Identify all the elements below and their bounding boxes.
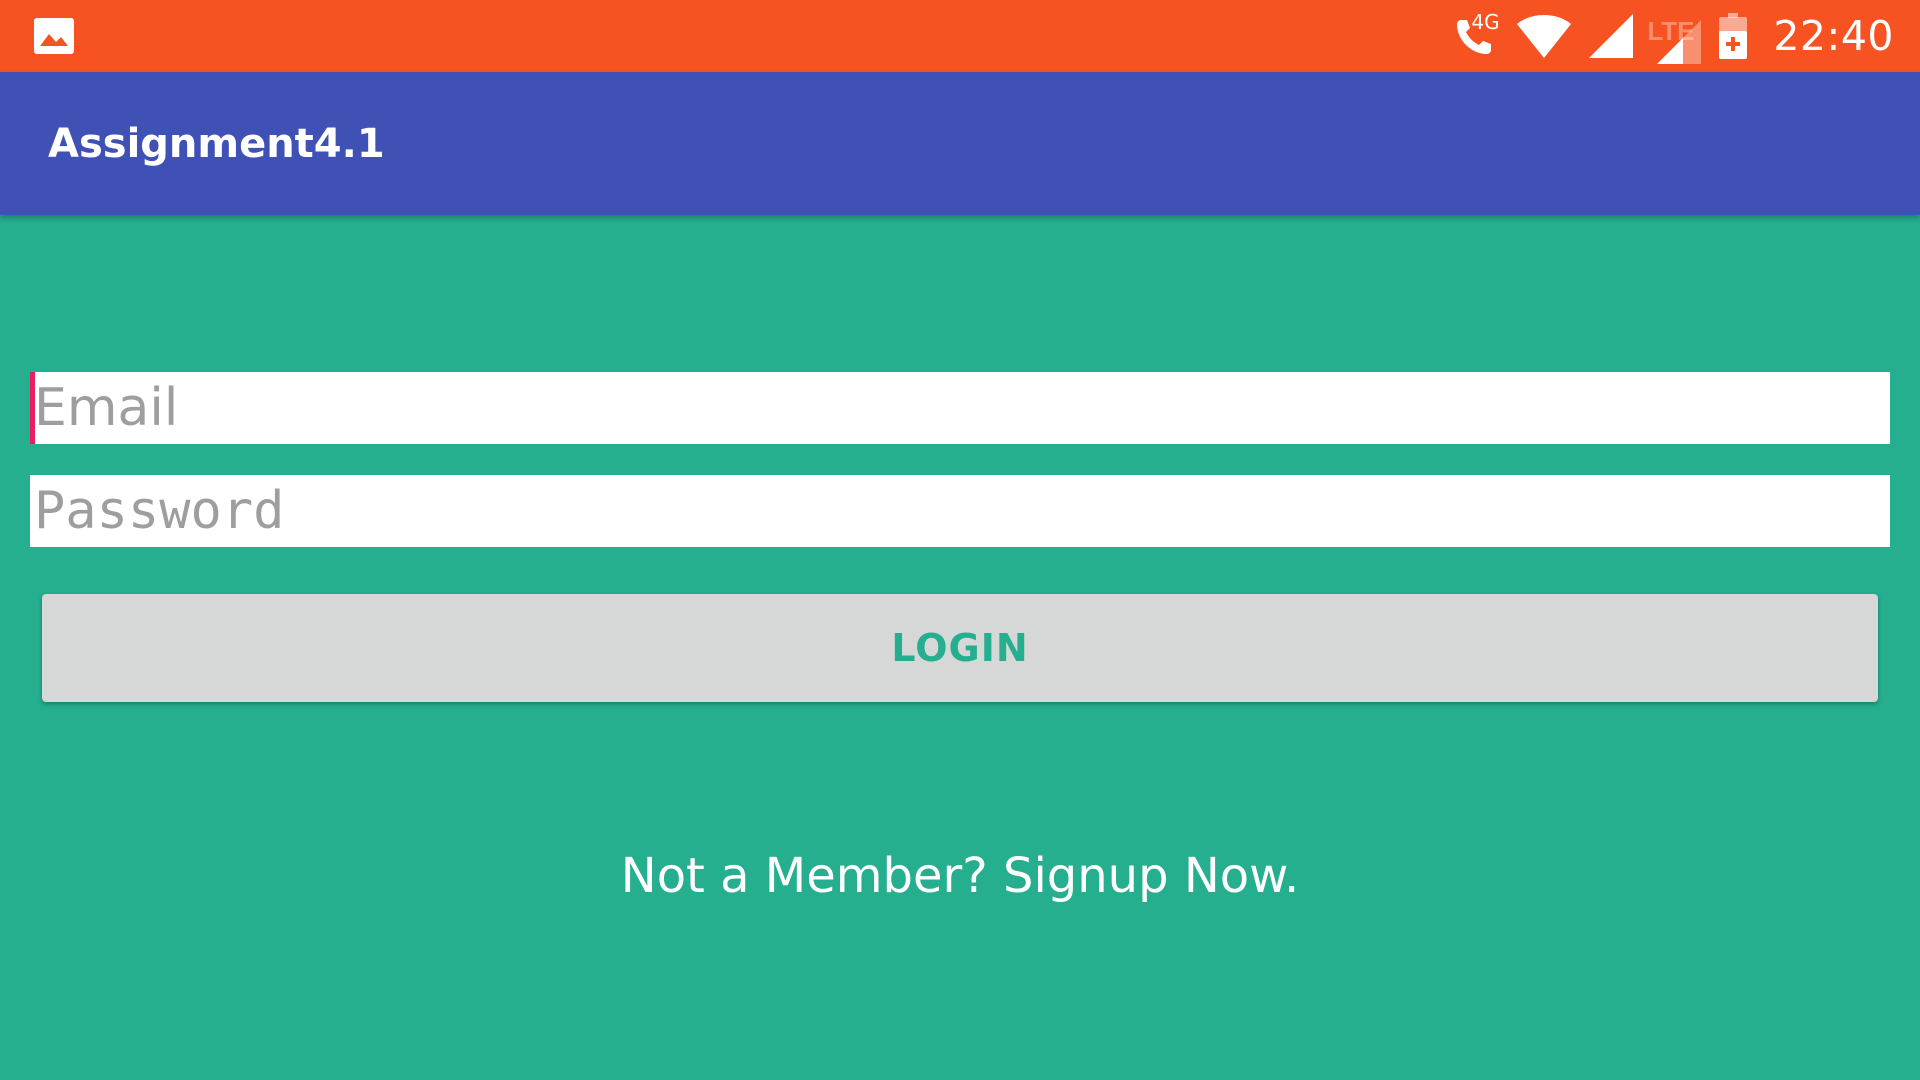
signup-link[interactable]: Not a Member? Signup Now. [0, 848, 1920, 904]
login-button[interactable]: LOGIN [42, 594, 1878, 702]
image-icon [34, 18, 74, 54]
status-bar: 4G LTE 22:40 [0, 0, 1920, 72]
signal-icon [1589, 14, 1634, 58]
signal-lte-icon: LTE [1647, 8, 1702, 64]
app-title: Assignment4.1 [48, 120, 385, 167]
battery-charging-icon [1719, 13, 1748, 59]
text-cursor [30, 372, 35, 444]
login-screen: 4G LTE 22:40 Assignment4.1 Email LOGIN N… [0, 0, 1920, 1080]
status-icons: 4G LTE 22:40 [1451, 0, 1894, 72]
email-field[interactable] [30, 372, 1890, 444]
wifi-icon [1517, 15, 1572, 58]
status-time: 22:40 [1773, 12, 1894, 60]
password-field[interactable] [30, 475, 1890, 547]
app-bar: Assignment4.1 [0, 72, 1920, 215]
phone-4g-icon: 4G [1451, 10, 1500, 60]
network-type-label: 4G [1471, 10, 1500, 34]
